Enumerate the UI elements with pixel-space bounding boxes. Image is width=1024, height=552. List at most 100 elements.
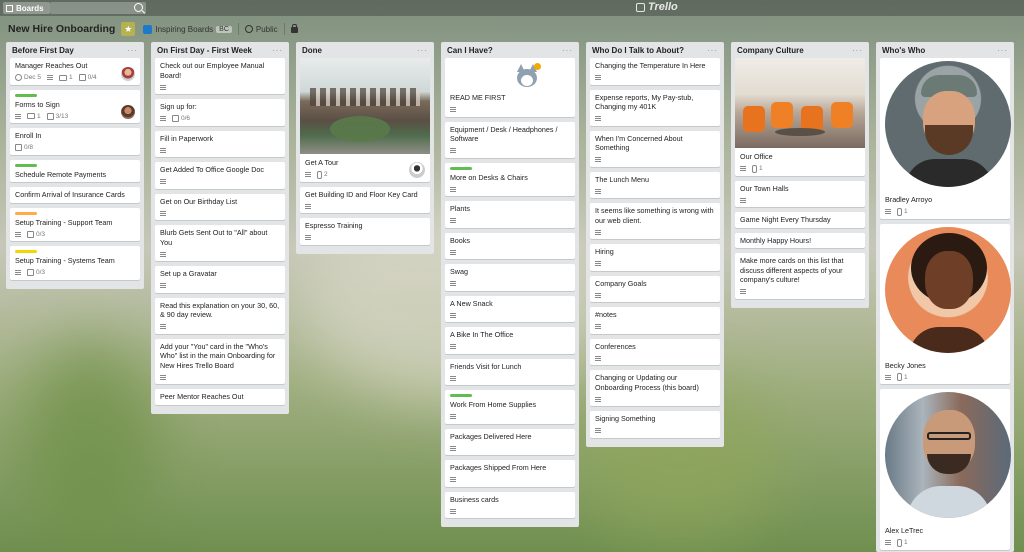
card-badges <box>595 323 715 331</box>
card[interactable]: It seems like something is wrong with ou… <box>590 203 720 239</box>
list-menu-icon[interactable]: ··· <box>707 46 718 55</box>
list-menu-icon[interactable]: ··· <box>562 46 573 55</box>
card[interactable]: Packages Shipped From Here <box>445 460 575 487</box>
checklist-count: 0/8 <box>24 144 34 151</box>
card[interactable]: Packages Delivered Here <box>445 428 575 455</box>
list-menu-icon[interactable]: ··· <box>852 46 863 55</box>
card-title: Conferences <box>595 341 636 351</box>
card-badges <box>450 185 570 193</box>
list-title[interactable]: Done <box>302 46 322 55</box>
card[interactable]: Plants <box>445 201 575 228</box>
card[interactable]: Get Building ID and Floor Key Card <box>300 186 430 213</box>
list-menu-icon[interactable]: ··· <box>272 46 283 55</box>
lock-icon[interactable] <box>290 24 298 33</box>
board-title[interactable]: New Hire Onboarding <box>8 23 115 35</box>
trello-logo[interactable]: Trello <box>636 1 678 13</box>
card[interactable]: Our Town Halls <box>735 180 865 207</box>
card[interactable]: The Lunch Menu <box>590 171 720 198</box>
list-title[interactable]: On First Day - First Week <box>157 46 252 55</box>
card[interactable]: Swag <box>445 264 575 291</box>
attachment-icon <box>317 170 322 179</box>
card[interactable]: Changing or Updating our Onboarding Proc… <box>590 370 720 406</box>
card-badges <box>595 228 715 236</box>
card[interactable]: Fill in Paperwork <box>155 130 285 157</box>
card[interactable]: Espresso Training <box>300 218 430 245</box>
card[interactable]: Sign up for: 0/6 <box>155 99 285 126</box>
card[interactable]: Forms to Sign 1 3/13 <box>10 89 140 123</box>
list-header[interactable]: Who's Who ··· <box>880 42 1010 58</box>
list-title[interactable]: Can I Have? <box>447 46 493 55</box>
list-header[interactable]: Before First Day ··· <box>10 42 140 58</box>
card[interactable]: Conferences <box>590 338 720 365</box>
member-avatar[interactable] <box>409 161 425 178</box>
card[interactable]: Get A Tour 2 <box>300 58 430 182</box>
card[interactable]: Schedule Remote Payments <box>10 159 140 182</box>
member-avatar[interactable] <box>121 66 135 81</box>
card[interactable]: Changing the Temperature In Here <box>590 58 720 85</box>
description-icon <box>595 116 601 121</box>
card[interactable]: Work From Home Supplies <box>445 390 575 424</box>
list-header[interactable]: Who Do I Talk to About? ··· <box>590 42 720 58</box>
card[interactable]: Books <box>445 232 575 259</box>
card[interactable]: Enroll In 0/8 <box>10 128 140 155</box>
checklist-icon <box>27 230 34 238</box>
card[interactable]: Setup Training - Systems Team 0/3 <box>10 246 140 280</box>
card[interactable]: Peer Mentor Reaches Out <box>155 389 285 405</box>
star-icon[interactable]: ★ <box>121 22 136 36</box>
list-title[interactable]: Who's Who <box>882 46 925 55</box>
card[interactable]: Confirm Arrival of Insurance Cards <box>10 187 140 203</box>
visibility-button[interactable]: Public <box>244 25 278 34</box>
card[interactable]: Game Night Every Thursday <box>735 212 865 228</box>
card[interactable]: Bradley Arroyo 1 <box>880 58 1011 219</box>
attachment-badge: 1 <box>897 373 908 381</box>
card[interactable]: Make more cards on this list that discus… <box>735 253 865 299</box>
card-title: Hiring <box>595 247 614 256</box>
search-input[interactable] <box>50 2 146 14</box>
card[interactable]: Friends Visit for Lunch <box>445 358 575 385</box>
list-title[interactable]: Who Do I Talk to About? <box>592 46 684 55</box>
list-header[interactable]: Company Culture ··· <box>735 42 865 58</box>
card[interactable]: When I'm Concerned About Something <box>590 130 720 167</box>
card[interactable]: Manager Reaches Out Dec 5 1 0/4 <box>10 58 140 85</box>
card[interactable]: Setup Training - Support Team 0/3 <box>10 207 140 241</box>
card[interactable]: Get Added To Office Google Doc <box>155 162 285 189</box>
card[interactable]: Add your "You" card in the "Who's Who" l… <box>155 338 285 384</box>
card[interactable]: A Bike In The Office <box>445 327 575 354</box>
attachment-icon <box>897 538 902 547</box>
card[interactable]: Read this explanation on your 30, 60, & … <box>155 297 285 334</box>
card-title: Check out our Employee Manual Board! <box>160 61 265 80</box>
card[interactable]: #notes <box>590 307 720 334</box>
member-avatar[interactable] <box>121 105 135 119</box>
team-button[interactable]: Inspiring Boards BC <box>143 24 232 34</box>
card[interactable]: Set up a Gravatar <box>155 266 285 293</box>
list-header[interactable]: Can I Have? ··· <box>445 42 575 58</box>
card[interactable]: More on Desks & Chairs <box>445 162 575 196</box>
card[interactable]: A New Snack <box>445 295 575 322</box>
card[interactable]: Becky Jones 1 <box>880 223 1011 384</box>
card[interactable]: Equipment / Desk / Headphones / Software <box>445 121 575 158</box>
boards-label: Boards <box>16 3 44 13</box>
card[interactable]: Signing Something <box>590 411 720 438</box>
list-menu-icon[interactable]: ··· <box>997 46 1008 55</box>
card[interactable]: Company Goals <box>590 275 720 302</box>
card-title: Sign up for: <box>160 102 197 111</box>
list-title[interactable]: Company Culture <box>737 46 804 55</box>
list-header[interactable]: On First Day - First Week ··· <box>155 42 285 58</box>
card-title: Schedule Remote Payments <box>15 169 107 179</box>
card[interactable]: Check out our Employee Manual Board! <box>155 58 285 94</box>
list-menu-icon[interactable]: ··· <box>127 46 138 55</box>
card[interactable]: Monthly Happy Hours! <box>735 232 865 248</box>
card[interactable]: Get on Our Birthday List <box>155 193 285 220</box>
list-menu-icon[interactable]: ··· <box>417 46 428 55</box>
card[interactable]: Our Office 1 <box>735 58 865 176</box>
boards-button[interactable]: Boards <box>3 2 50 14</box>
search-icon[interactable] <box>134 3 143 12</box>
card[interactable]: Blurb Gets Sent Out to "All" about You <box>155 225 285 261</box>
card[interactable]: Hiring <box>590 244 720 271</box>
card[interactable]: Expense reports, My Pay-stub, Changing m… <box>590 89 720 126</box>
list-header[interactable]: Done ··· <box>300 42 430 58</box>
card[interactable]: Alex LeTrec 1 <box>880 389 1011 550</box>
card[interactable]: READ ME FIRST <box>445 58 575 117</box>
list-title[interactable]: Before First Day <box>12 46 74 55</box>
card[interactable]: Business cards <box>445 491 575 518</box>
